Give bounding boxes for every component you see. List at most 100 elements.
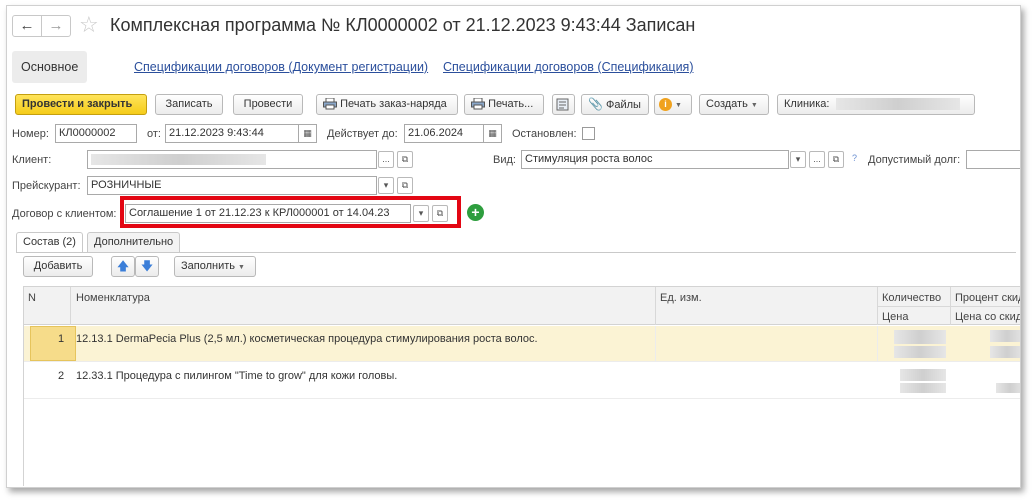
open-icon[interactable]: ⧉ [397, 177, 413, 194]
print-order-button[interactable]: Печать заказ-наряда [316, 94, 458, 115]
open-icon[interactable]: ⧉ [397, 151, 413, 168]
move-up-icon[interactable]: 🡅 [111, 256, 135, 277]
row-number: 2 [58, 370, 65, 382]
chevron-down-icon: ▼ [675, 102, 682, 109]
date-label: от: [147, 128, 161, 140]
debt-label: Допустимый долг: [868, 154, 961, 166]
files-label: Файлы [606, 99, 641, 111]
tab-additional[interactable]: Дополнительно [87, 232, 181, 252]
price-redacted [894, 346, 946, 358]
create-button[interactable]: Создать ▼ [699, 94, 769, 115]
document-window: ← → ☆ Комплексная программа № КЛ0000002 … [6, 5, 1021, 488]
row-nomenclature: 12.33.1 Процедура с пилингом "Time to gr… [76, 370, 398, 382]
number-input[interactable]: КЛ0000002 [55, 124, 137, 143]
column-price[interactable]: Цена [882, 311, 908, 323]
command-bar: Провести и закрыть Записать Провести Печ… [7, 92, 1020, 118]
post-button[interactable]: Провести [233, 94, 303, 115]
clinic-label: Клиника: [784, 98, 830, 110]
quantity-redacted [900, 369, 946, 381]
tab-composition[interactable]: Состав (2) [16, 232, 83, 252]
debt-input[interactable] [966, 150, 1020, 169]
back-button[interactable]: ← [12, 15, 42, 37]
select-dots-button[interactable]: ... [378, 151, 394, 168]
add-row-button[interactable]: Добавить [23, 256, 93, 277]
post-and-close-button[interactable]: Провести и закрыть [15, 94, 147, 115]
column-quantity[interactable]: Количество [882, 292, 941, 304]
select-dots-button[interactable]: ... [809, 151, 825, 168]
column-divider [70, 287, 71, 325]
open-icon[interactable]: ⧉ [828, 151, 844, 168]
number-label: Номер: [12, 128, 49, 140]
clinic-field[interactable]: Клиника: [777, 94, 975, 115]
stopped-label: Остановлен: [512, 128, 577, 140]
column-divider [877, 326, 878, 362]
report-icon [556, 98, 569, 111]
row-nomenclature: 12.13.1 DermaPecia Plus (2,5 мл.) космет… [76, 333, 538, 345]
column-discount-percent[interactable]: Процент скид [955, 292, 1020, 304]
info-dropdown-button[interactable]: i ▼ [654, 94, 692, 115]
client-label: Клиент: [12, 154, 52, 166]
arrow-right-icon: → [48, 17, 64, 34]
tab-spec-registration[interactable]: Спецификации договоров (Документ регистр… [134, 51, 428, 83]
valid-until-label: Действует до: [327, 128, 398, 140]
favorite-star-icon[interactable]: ☆ [79, 12, 99, 38]
column-nomenclature[interactable]: Номенклатура [76, 292, 150, 304]
chevron-down-icon[interactable]: ▾ [790, 151, 806, 168]
price-redacted [900, 383, 946, 393]
price-discount-redacted [996, 383, 1020, 393]
valid-until-input[interactable]: 21.06.2024 [404, 124, 484, 143]
printer-icon [323, 98, 337, 110]
fill-button[interactable]: Заполнить ▼ [174, 256, 256, 277]
paperclip-icon: 📎 [588, 97, 603, 111]
price-list-input[interactable]: РОЗНИЧНЫЕ [87, 176, 377, 195]
tab-spec-specification[interactable]: Спецификации договоров (Спецификация) [443, 51, 694, 83]
column-unit[interactable]: Ед. изм. [660, 292, 702, 304]
print-button[interactable]: Печать... [464, 94, 544, 115]
price-discount-redacted [990, 346, 1020, 358]
clinic-value-redacted [836, 98, 961, 111]
form-tabs: Основное Спецификации договоров (Докумен… [7, 49, 1020, 85]
arrow-left-icon: ← [19, 17, 35, 34]
printer-icon [471, 98, 485, 110]
print-label: Печать... [488, 98, 534, 110]
client-input[interactable] [87, 150, 377, 169]
report-button[interactable] [552, 94, 575, 115]
vid-label: Вид: [493, 154, 516, 166]
column-divider [655, 326, 656, 362]
chevron-down-icon: ▼ [238, 264, 245, 271]
price-list-label: Прейскурант: [12, 180, 81, 192]
chevron-down-icon: ▼ [750, 102, 758, 109]
column-divider [655, 287, 656, 325]
add-contract-icon[interactable]: + [467, 204, 484, 221]
calendar-icon[interactable]: ▦ [299, 124, 317, 143]
highlight-annotation [120, 196, 461, 228]
chevron-down-icon[interactable]: ▾ [378, 177, 394, 194]
stopped-checkbox[interactable] [582, 127, 595, 140]
forward-button[interactable]: → [41, 15, 71, 37]
move-down-icon[interactable]: 🡇 [135, 256, 159, 277]
save-button[interactable]: Записать [155, 94, 223, 115]
create-label: Создать [706, 98, 748, 110]
calendar-icon[interactable]: ▦ [484, 124, 502, 143]
title-bar: ← → ☆ Комплексная программа № КЛ0000002 … [7, 6, 1020, 46]
help-icon[interactable]: ? [852, 153, 857, 163]
column-price-discount[interactable]: Цена со скид [955, 311, 1020, 323]
table-row[interactable]: 1 12.13.1 DermaPecia Plus (2,5 мл.) косм… [24, 326, 1020, 362]
composition-table: N Номенклатура Ед. изм. Количество Проце… [23, 286, 1020, 486]
header-divider [878, 306, 1020, 307]
column-n[interactable]: N [28, 292, 36, 304]
table-header: N Номенклатура Ед. изм. Количество Проце… [24, 287, 1020, 325]
date-input[interactable]: 21.12.2023 9:43:44 [165, 124, 299, 143]
fill-label: Заполнить [181, 260, 236, 272]
tab-divider [16, 252, 1016, 253]
table-row[interactable]: 2 12.33.1 Процедура с пилингом "Time to … [24, 363, 1020, 399]
client-value-redacted [91, 153, 266, 165]
page-title: Комплексная программа № КЛ0000002 от 21.… [110, 15, 696, 35]
row-number-cell [30, 326, 76, 361]
tab-main[interactable]: Основное [12, 51, 88, 83]
quantity-redacted [894, 330, 946, 344]
files-button[interactable]: 📎 Файлы [581, 94, 649, 115]
vid-input[interactable]: Стимуляция роста волос [521, 150, 789, 169]
discount-redacted [990, 330, 1020, 342]
print-order-label: Печать заказ-наряда [340, 98, 447, 110]
